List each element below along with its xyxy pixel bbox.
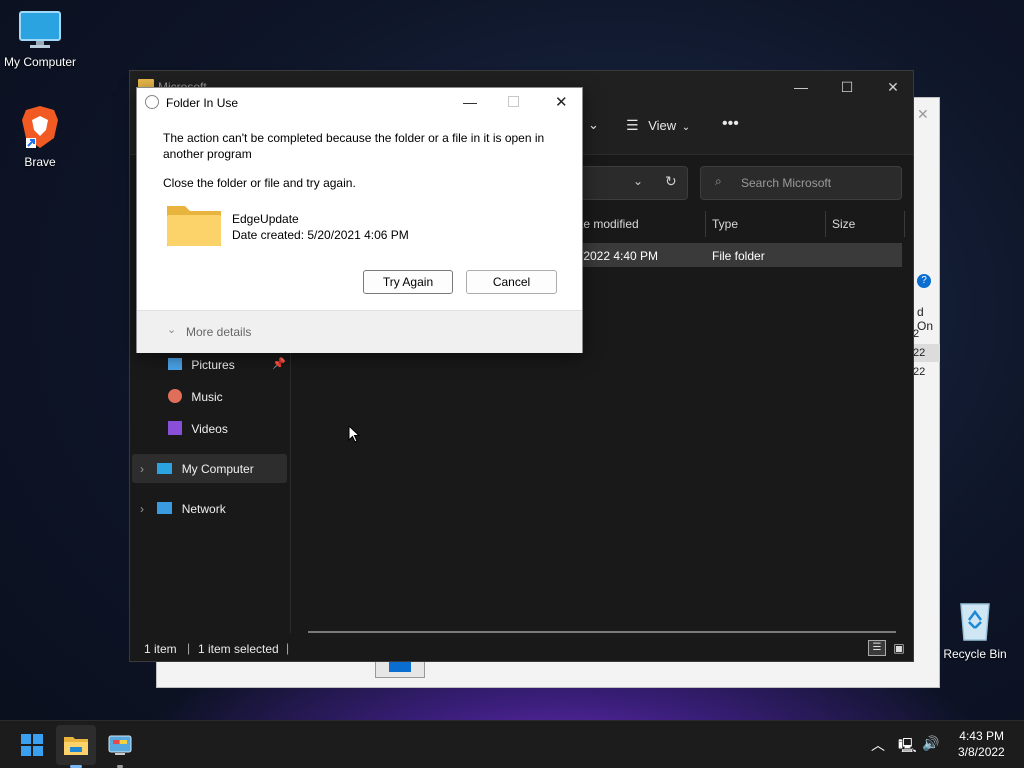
taskbar-file-explorer[interactable] bbox=[56, 725, 96, 768]
refresh-icon[interactable]: ↻ bbox=[665, 173, 677, 190]
column-size[interactable]: Size bbox=[832, 217, 855, 231]
sidebar-item-label: Network bbox=[181, 502, 226, 516]
sidebar-item-label: My Computer bbox=[181, 462, 254, 476]
network-icon bbox=[157, 502, 173, 514]
cell-fragment: 22 bbox=[913, 347, 926, 359]
windows-icon bbox=[21, 734, 43, 756]
close-button[interactable]: ✕ bbox=[870, 71, 916, 103]
sort-chevron-icon[interactable]: ⌄ bbox=[588, 117, 599, 133]
clock-date: 3/8/2022 bbox=[958, 745, 1005, 759]
maximize-button-disabled bbox=[508, 96, 519, 107]
chevron-down-icon[interactable]: ⌄ bbox=[167, 323, 176, 336]
taskbar-control-panel[interactable] bbox=[100, 725, 140, 768]
chevron-down-icon[interactable]: ⌄ bbox=[633, 174, 643, 188]
status-bar: 1 item | 1 item selected | ☰ ▣ bbox=[130, 637, 913, 661]
volume-icon[interactable]: 🔊 bbox=[922, 735, 939, 752]
minimize-button[interactable]: — bbox=[778, 71, 824, 103]
dialog-body: The action can't be completed because th… bbox=[137, 118, 582, 310]
pin-icon[interactable]: 📌 bbox=[272, 357, 286, 370]
column-date-modified[interactable]: te modified bbox=[580, 217, 639, 231]
status-selected-count: 1 item selected bbox=[198, 642, 279, 656]
try-again-button[interactable]: Try Again bbox=[363, 270, 453, 294]
view-label: View bbox=[648, 118, 677, 133]
details-view-icon[interactable]: ☰ bbox=[868, 640, 886, 656]
brave-icon bbox=[22, 106, 58, 148]
chevron-down-icon: ⌄ bbox=[681, 122, 691, 133]
taskbar: ︿ 🖳 🔊 4:43 PM 3/8/2022 bbox=[0, 720, 1024, 768]
tiles-view-icon[interactable]: ▣ bbox=[890, 640, 908, 656]
sidebar-item-label: Music bbox=[191, 390, 223, 404]
close-icon[interactable]: ✕ bbox=[917, 106, 929, 123]
start-button[interactable] bbox=[12, 725, 52, 765]
table-row[interactable]: /2022 4:40 PM File folder bbox=[570, 243, 902, 267]
desktop-icon-label: My Computer bbox=[3, 55, 77, 69]
clock-time: 4:43 PM bbox=[959, 729, 1004, 743]
videos-icon bbox=[168, 421, 182, 435]
chevron-right-icon[interactable]: › bbox=[140, 462, 144, 476]
show-hidden-icons-chevron-icon[interactable]: ︿ bbox=[871, 735, 885, 755]
column-header-fragment: d On bbox=[917, 305, 934, 333]
dialog-instruction: Close the folder or file and try again. bbox=[163, 176, 356, 190]
item-date: Date created: 5/20/2021 4:06 PM bbox=[232, 228, 409, 242]
recycle-bin-icon bbox=[960, 603, 990, 641]
maximize-button[interactable]: ☐ bbox=[824, 71, 870, 103]
dialog-footer: ⌄ More details bbox=[137, 310, 582, 353]
sidebar-item-label: Videos bbox=[191, 422, 228, 436]
close-button[interactable]: ✕ bbox=[555, 93, 568, 111]
pictures-icon bbox=[168, 358, 182, 370]
monitor-icon bbox=[157, 463, 173, 474]
clock-icon bbox=[145, 95, 159, 109]
desktop-icon-label: Brave bbox=[24, 155, 56, 169]
row-type: File folder bbox=[712, 249, 765, 263]
cell-fragment: 22 bbox=[913, 366, 926, 378]
sidebar-item-videos[interactable]: Videos bbox=[168, 415, 228, 443]
clock[interactable]: 4:43 PM 3/8/2022 bbox=[958, 729, 1005, 759]
sidebar-item-network[interactable]: › Network bbox=[140, 495, 226, 523]
monitor-icon bbox=[19, 11, 61, 48]
file-explorer-icon bbox=[64, 737, 88, 755]
network-icon[interactable]: 🖳 bbox=[898, 735, 917, 759]
sidebar-item-my-computer[interactable]: › My Computer bbox=[140, 455, 254, 483]
sidebar-item-label: Pictures bbox=[191, 358, 235, 372]
more-details-toggle[interactable]: More details bbox=[186, 325, 251, 339]
control-panel-icon bbox=[108, 735, 132, 755]
chevron-right-icon[interactable]: › bbox=[140, 502, 144, 516]
desktop-icon-label: Recycle Bin bbox=[943, 647, 1007, 661]
cursor-icon bbox=[348, 425, 360, 443]
help-icon[interactable]: ? bbox=[917, 274, 931, 288]
dialog-title-bar[interactable]: Folder In Use — ✕ bbox=[137, 88, 582, 118]
status-item-count: 1 item bbox=[144, 642, 177, 656]
sidebar-item-pictures[interactable]: Pictures bbox=[168, 351, 235, 379]
minimize-button[interactable]: — bbox=[463, 94, 477, 110]
desktop-icon-my-computer[interactable]: My Computer bbox=[0, 10, 80, 69]
desktop-icon-brave[interactable]: Brave bbox=[0, 104, 80, 169]
folder-icon bbox=[167, 206, 221, 246]
cancel-button[interactable]: Cancel bbox=[466, 270, 557, 294]
search-icon: ⌕ bbox=[715, 174, 722, 188]
horizontal-scrollbar[interactable] bbox=[308, 631, 896, 633]
more-options-button[interactable]: ••• bbox=[722, 115, 739, 133]
music-icon bbox=[168, 389, 182, 403]
column-type[interactable]: Type bbox=[712, 217, 738, 231]
search-input[interactable]: Search Microsoft bbox=[741, 176, 831, 190]
address-bar[interactable]: ⌄ ↻ bbox=[578, 166, 688, 200]
sidebar-item-music[interactable]: Music bbox=[168, 383, 223, 411]
folder-in-use-dialog[interactable]: Folder In Use — ✕ The action can't be co… bbox=[136, 87, 583, 353]
dialog-title: Folder In Use bbox=[166, 96, 239, 110]
list-icon: ☰ bbox=[626, 117, 639, 133]
dialog-message: The action can't be completed because th… bbox=[163, 131, 545, 161]
view-button[interactable]: ☰ View ⌄ bbox=[626, 117, 690, 134]
item-name: EdgeUpdate bbox=[232, 212, 299, 226]
row-date: /2022 4:40 PM bbox=[580, 249, 659, 263]
desktop-icon-recycle-bin[interactable]: Recycle Bin bbox=[935, 598, 1015, 661]
search-box[interactable]: ⌕ Search Microsoft bbox=[700, 166, 902, 200]
